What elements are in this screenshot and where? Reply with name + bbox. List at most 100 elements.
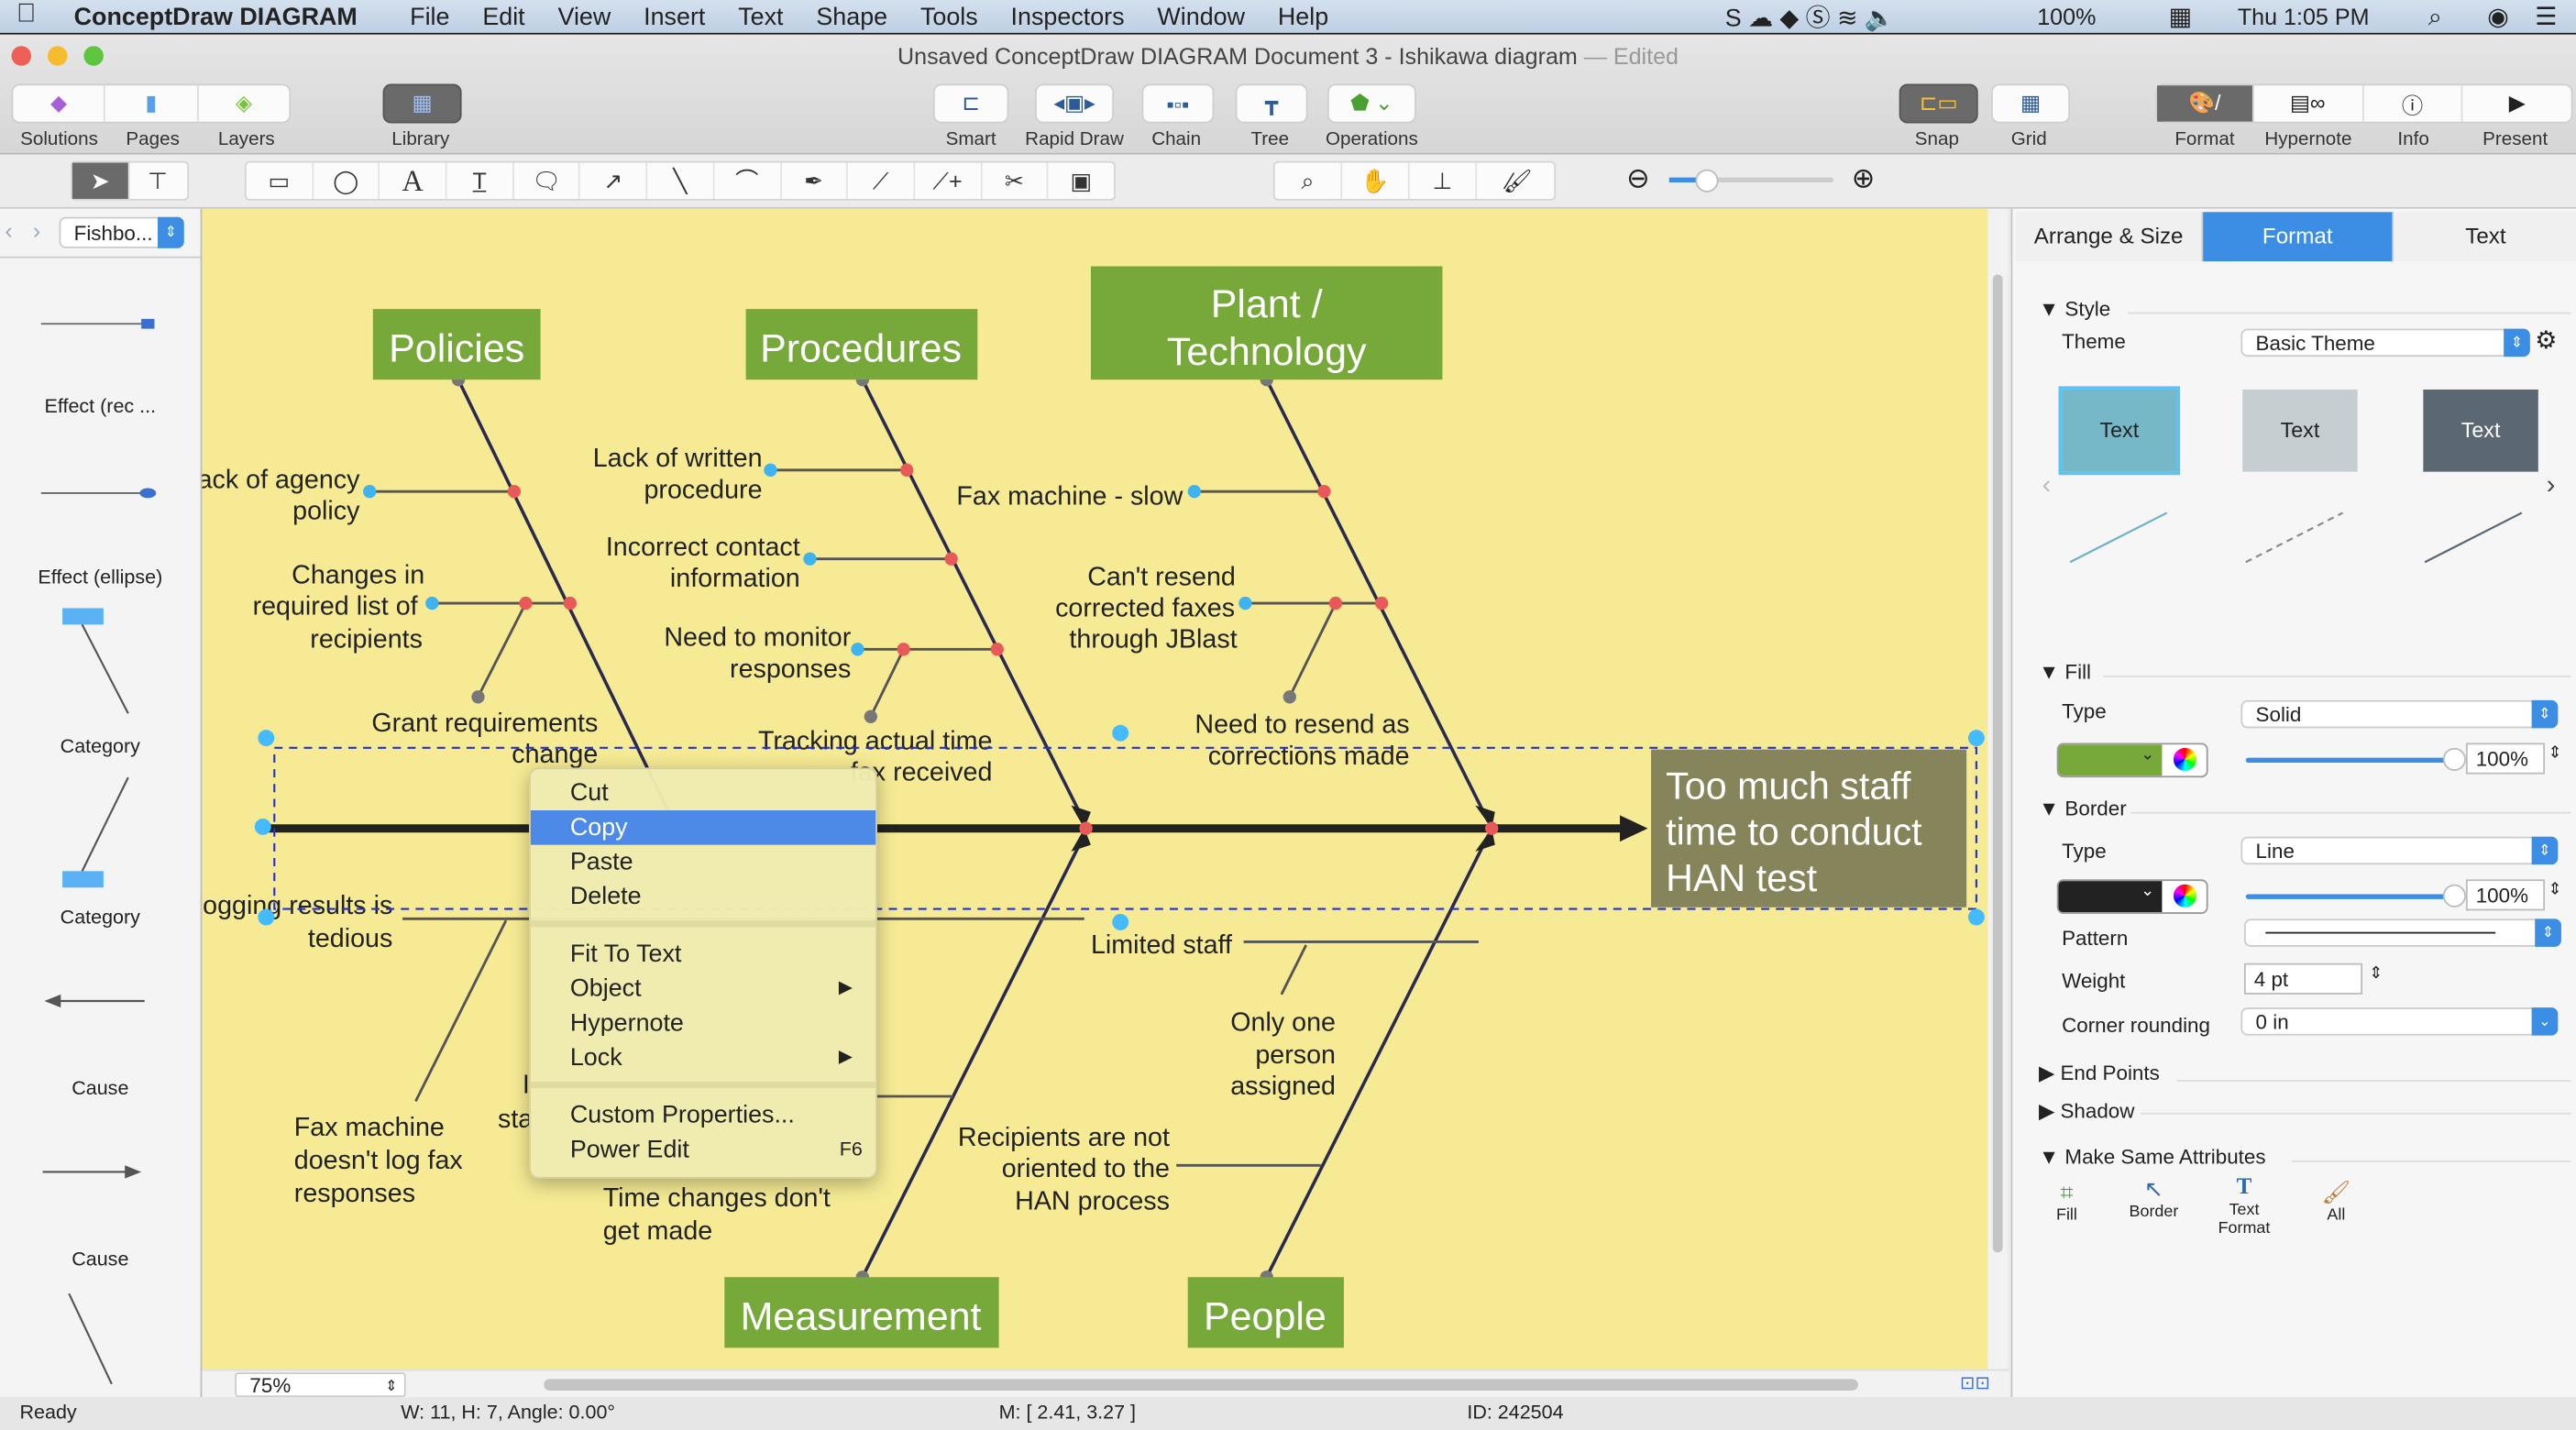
snap-button[interactable]: ⊏▭ xyxy=(1899,83,1978,124)
color-wheel-icon[interactable] xyxy=(2173,747,2197,771)
format-button[interactable]: 🎨/ xyxy=(2157,85,2254,122)
hypernote-button[interactable]: ▤∞ xyxy=(2253,85,2363,122)
tab-format[interactable]: Format xyxy=(2203,212,2394,262)
arc-tool-icon[interactable]: ⌒ xyxy=(714,162,782,199)
textbox-tool-icon[interactable]: T̲ xyxy=(447,162,514,199)
library-item-effect-rect[interactable]: Effect (rec ... xyxy=(0,394,201,417)
category-people[interactable]: People xyxy=(1187,1277,1344,1348)
app-menu[interactable]: ConceptDraw DIAGRAM xyxy=(74,3,358,30)
menu-help[interactable]: Help xyxy=(1278,3,1328,30)
category-measurement[interactable]: Measurement xyxy=(724,1277,999,1348)
menu-item-power-edit[interactable]: Power Edit F6 xyxy=(531,1132,875,1167)
horizontal-scroll-thumb[interactable] xyxy=(544,1379,1858,1391)
siri-icon[interactable]: ◉ xyxy=(2487,2,2508,31)
scissors-tool-icon[interactable]: ✂ xyxy=(982,162,1049,199)
insert-shape-tool-icon[interactable]: ▣ xyxy=(1049,163,1114,199)
tab-arrange-size[interactable]: Arrange & Size xyxy=(2015,212,2204,262)
menu-shape[interactable]: Shape xyxy=(816,3,887,30)
theme-sample-3[interactable]: Text xyxy=(2423,389,2538,472)
gear-icon[interactable]: ⚙ xyxy=(2535,325,2557,355)
fill-opacity-knob[interactable] xyxy=(2442,747,2466,771)
grid-button[interactable]: ▦ xyxy=(1991,83,2071,124)
border-opacity-field[interactable]: 100% xyxy=(2465,879,2545,911)
flag-icon[interactable]: ▦ xyxy=(2169,2,2192,31)
menu-item-custom-properties[interactable]: Custom Properties... xyxy=(531,1098,875,1133)
ellipse-tool-icon[interactable]: ◯ xyxy=(314,162,380,199)
weight-field[interactable]: 4 pt xyxy=(2244,962,2363,995)
style-section[interactable]: ▼ Style xyxy=(2039,298,2110,321)
back-icon[interactable]: ‹ xyxy=(5,217,12,244)
border-opacity-knob[interactable] xyxy=(2442,884,2466,908)
zoom-slider[interactable] xyxy=(1668,169,1833,192)
theme-sample-1[interactable]: Text xyxy=(2058,386,2181,476)
battery-status[interactable]: 100% xyxy=(2037,4,2096,30)
library-select[interactable]: Fishbo... ⇕ xyxy=(59,216,184,248)
menu-item-cut[interactable]: Cut xyxy=(531,776,875,810)
make-same-fill-button[interactable]: ⌗ Fill xyxy=(2042,1179,2092,1225)
chain-button[interactable]: ▪▫▪ xyxy=(1141,83,1215,124)
library-item-category[interactable]: Category xyxy=(0,735,201,758)
zoom-in-icon[interactable]: ⊕ xyxy=(1852,163,1876,196)
line-tool-icon[interactable]: ╲ xyxy=(647,162,715,199)
effect-box[interactable]: Too much staff time to conduct HAN test xyxy=(1651,749,1967,908)
category-policies[interactable]: Policies xyxy=(372,309,541,380)
menu-item-object[interactable]: Object ▶ xyxy=(531,972,875,1006)
menu-file[interactable]: File xyxy=(410,3,449,30)
bezier-tool-icon[interactable]: ⟋ xyxy=(848,162,915,199)
stamp-tool-icon[interactable]: ⊥ xyxy=(1410,162,1478,199)
text-select-tool-icon[interactable]: ⊤ xyxy=(130,163,186,199)
border-section[interactable]: ▼ Border xyxy=(2039,798,2127,820)
library-item-cause[interactable]: Cause xyxy=(0,1248,201,1270)
layers-button[interactable]: ◈ xyxy=(198,85,289,121)
rectangle-tool-icon[interactable]: ▭ xyxy=(247,162,314,199)
clock[interactable]: Thu 1:05 PM xyxy=(2238,4,2370,30)
diagram-canvas[interactable]: Policies Procedures Plant / Technology M… xyxy=(202,208,1988,1370)
select-tool-icon[interactable]: ➤ xyxy=(72,162,130,199)
end-points-section[interactable]: ▶ End Points xyxy=(2039,1061,2160,1084)
library-item-category[interactable]: Category xyxy=(0,906,201,929)
zoom-out-icon[interactable]: ⊖ xyxy=(1626,163,1650,196)
info-button[interactable]: ⓘ xyxy=(2363,85,2463,122)
arrow-tool-icon[interactable]: ↗ xyxy=(580,162,648,199)
border-color-well[interactable]: ⌄ xyxy=(2056,879,2208,914)
category-plant-technology[interactable]: Plant / Technology xyxy=(1090,266,1443,380)
menu-view[interactable]: View xyxy=(558,3,611,30)
menu-item-fit-to-text[interactable]: Fit To Text xyxy=(531,937,875,972)
fill-type-select[interactable]: Solid ⇕ xyxy=(2240,699,2559,729)
border-type-select[interactable]: Line ⇕ xyxy=(2240,836,2559,865)
color-wheel-icon[interactable] xyxy=(2173,884,2197,908)
apple-icon[interactable]:  xyxy=(17,0,37,29)
theme-select[interactable]: Basic Theme ⇕ xyxy=(2240,328,2530,358)
fit-page-icon[interactable]: ⊡⊡ xyxy=(1960,1372,1990,1394)
fill-color-well[interactable]: ⌄ xyxy=(2056,742,2208,778)
menu-item-lock[interactable]: Lock ▶ xyxy=(531,1040,875,1075)
vertical-scroll-thumb[interactable] xyxy=(1992,274,2003,1253)
menu-item-paste[interactable]: Paste xyxy=(531,845,875,880)
pattern-select[interactable]: ⇕ xyxy=(2244,918,2561,947)
tab-text[interactable]: Text xyxy=(2394,212,2576,262)
make-same-text-format-button[interactable]: T Text Format xyxy=(2207,1175,2282,1238)
fill-section[interactable]: ▼ Fill xyxy=(2039,661,2091,684)
solutions-button[interactable]: ◆ xyxy=(13,85,106,122)
menu-item-delete[interactable]: Delete xyxy=(531,879,875,914)
library-button[interactable]: ▦ xyxy=(382,83,462,124)
text-tool-icon[interactable]: A xyxy=(380,162,447,199)
library-thumbnails[interactable] xyxy=(0,258,201,1398)
theme-sample-2[interactable]: Text xyxy=(2242,389,2358,472)
list-icon[interactable]: ☰ xyxy=(2535,2,2557,31)
smart-button[interactable]: ⊏ xyxy=(932,83,1009,124)
shadow-section[interactable]: ▶ Shadow xyxy=(2039,1098,2134,1123)
make-same-all-button[interactable]: 🖌 All xyxy=(2311,1179,2361,1225)
menu-edit[interactable]: Edit xyxy=(482,3,524,30)
category-procedures[interactable]: Procedures xyxy=(745,309,978,380)
fill-opacity-slider[interactable] xyxy=(2245,757,2447,763)
present-button[interactable]: ▶ xyxy=(2463,85,2571,121)
hand-tool-icon[interactable]: ✋ xyxy=(1342,162,1410,199)
zoom-tool-icon[interactable]: ⌕ xyxy=(1275,162,1343,199)
menu-text[interactable]: Text xyxy=(738,3,783,30)
tree-button[interactable]: ┳ xyxy=(1235,83,1308,124)
stepper-icon[interactable]: ⇕ xyxy=(2548,881,2562,899)
menu-window[interactable]: Window xyxy=(1157,3,1245,30)
zoom-slider-knob[interactable] xyxy=(1695,169,1719,192)
menu-tools[interactable]: Tools xyxy=(920,3,978,30)
